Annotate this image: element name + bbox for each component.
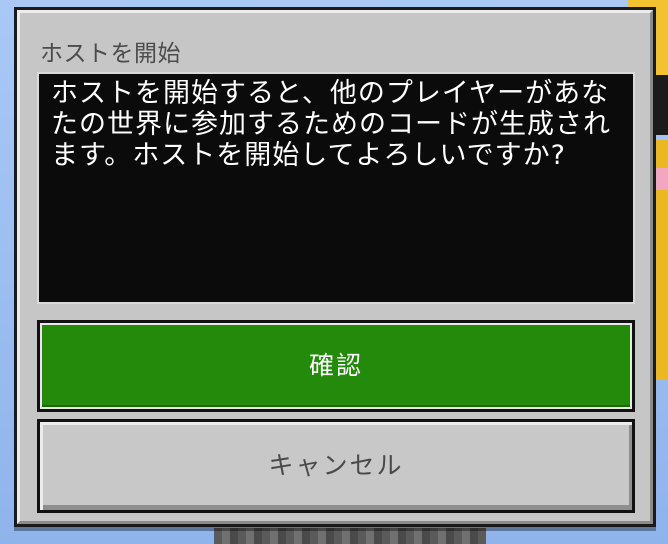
background-stone-blocks — [214, 528, 486, 544]
cancel-button[interactable]: キャンセル — [37, 419, 635, 513]
confirm-button[interactable]: 確認 — [37, 320, 635, 412]
cancel-button-label: キャンセル — [268, 451, 404, 480]
background-block-pink — [656, 168, 668, 190]
host-start-dialog: ホストを開始 ホストを開始すると、他のプレイヤーがあなたの世界に参加するためのコ… — [14, 7, 656, 527]
dialog-title: ホストを開始 — [40, 41, 181, 67]
dialog-message: ホストを開始すると、他のプレイヤーがあなたの世界に参加するためのコードが生成され… — [51, 78, 611, 171]
message-panel: ホストを開始すると、他のプレイヤーがあなたの世界に参加するためのコードが生成され… — [37, 72, 635, 304]
confirm-button-label: 確認 — [308, 351, 363, 380]
